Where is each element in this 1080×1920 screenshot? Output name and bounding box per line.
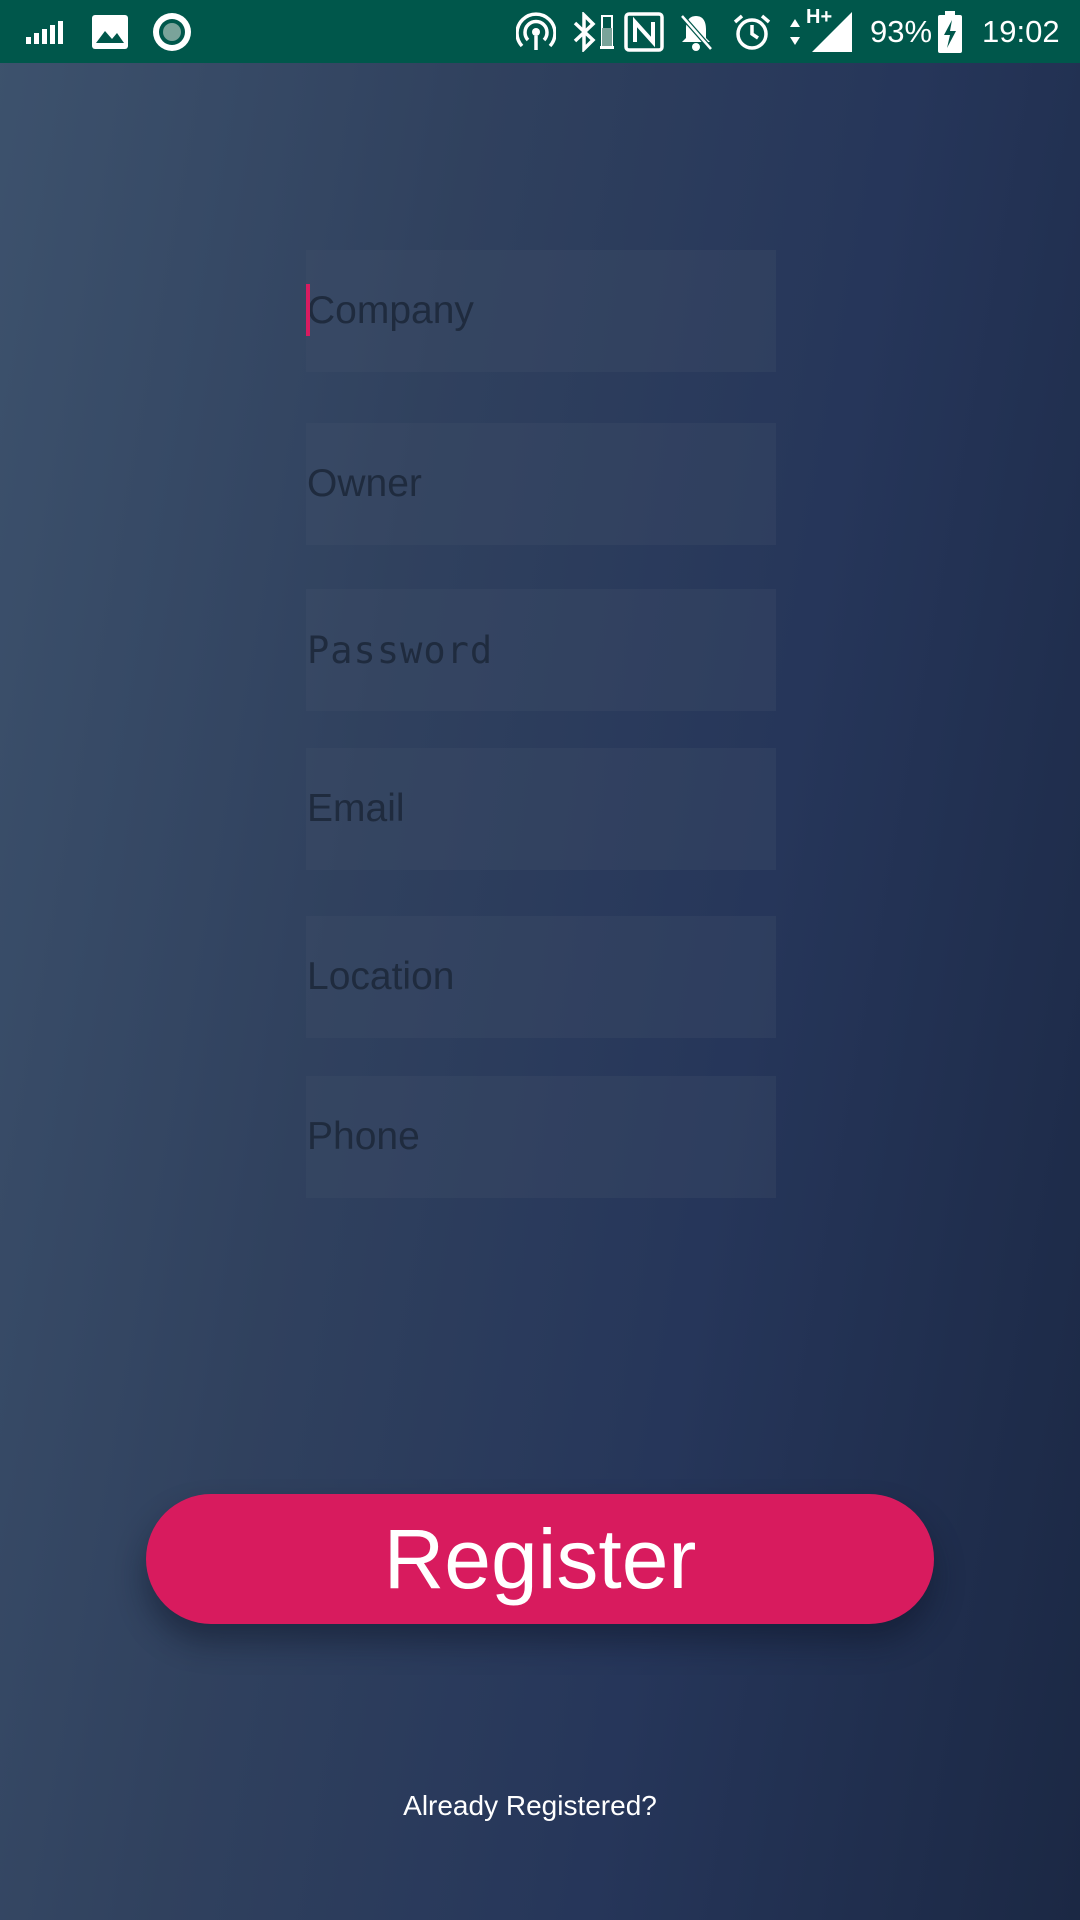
- register-button[interactable]: Register: [146, 1494, 934, 1624]
- bell-off-icon: [678, 0, 714, 63]
- already-registered-link[interactable]: Already Registered?: [0, 1790, 1060, 1822]
- location-input[interactable]: [306, 916, 776, 1038]
- status-time: 19:02: [982, 14, 1060, 49]
- nfc-icon: [624, 0, 664, 63]
- owner-input[interactable]: [306, 423, 776, 545]
- record-icon: [152, 0, 192, 63]
- battery-small-icon: [600, 0, 614, 63]
- phone-input[interactable]: [306, 1076, 776, 1198]
- signal-bars-icon: [26, 0, 64, 63]
- email-input[interactable]: [306, 748, 776, 870]
- company-input[interactable]: [306, 250, 776, 372]
- image-icon: [92, 0, 128, 63]
- battery-charging-icon: [938, 0, 962, 63]
- data-arrows-icon: [788, 0, 802, 63]
- battery-percent: 93%: [870, 14, 933, 49]
- bluetooth-icon: [572, 0, 598, 63]
- password-input[interactable]: [306, 589, 776, 711]
- status-bar: H+ 93% 19:02: [0, 0, 1080, 63]
- hotspot-icon: [516, 0, 556, 63]
- cell-signal-icon: [812, 0, 852, 63]
- text-cursor: [306, 284, 310, 336]
- alarm-icon: [732, 0, 772, 63]
